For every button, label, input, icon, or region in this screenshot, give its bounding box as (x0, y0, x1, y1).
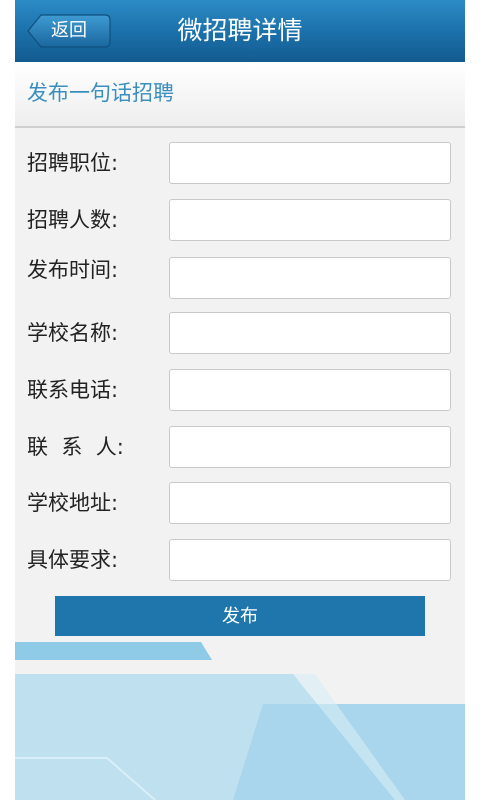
title-bar: 返回 微招聘详情 (15, 0, 465, 62)
field-label-school-name: 学校名称: (27, 321, 119, 345)
field-label-contact: 联 系 人: (27, 435, 124, 459)
field-label-requirements: 具体要求: (27, 548, 119, 572)
field-label-publish-time: 发布时间: (27, 258, 119, 282)
form-row-requirements: 具体要求: (15, 539, 465, 583)
section-title: 发布一句话招聘 (27, 81, 174, 105)
publish-time-input[interactable] (169, 257, 451, 299)
decorative-background-graphic (15, 642, 465, 800)
position-input[interactable] (169, 142, 451, 184)
headcount-input[interactable] (169, 199, 451, 241)
back-button[interactable]: 返回 (27, 14, 111, 48)
school-name-input[interactable] (169, 312, 451, 354)
app-screen: 返回 微招聘详情 发布一句话招聘 招聘职位: 招聘人数: 发布时间: 学校名称:… (15, 0, 465, 800)
field-label-headcount: 招聘人数: (27, 208, 119, 232)
form-row-school-address: 学校地址: (15, 482, 465, 526)
contact-input[interactable] (169, 426, 451, 468)
back-button-label: 返回 (51, 20, 87, 41)
requirements-input[interactable] (169, 539, 451, 581)
form-row-phone: 联系电话: (15, 369, 465, 413)
phone-input[interactable] (169, 369, 451, 411)
form-row-school-name: 学校名称: (15, 312, 465, 356)
form-row-position: 招聘职位: (15, 142, 465, 186)
school-address-input[interactable] (169, 482, 451, 524)
field-label-position: 招聘职位: (27, 151, 119, 175)
form-row-contact: 联 系 人: (15, 426, 465, 470)
form-row-publish-time: 发布时间: (15, 257, 465, 301)
publish-button[interactable]: 发布 (55, 596, 425, 636)
section-header: 发布一句话招聘 (15, 62, 465, 128)
field-label-school-address: 学校地址: (27, 491, 119, 515)
field-label-phone: 联系电话: (27, 378, 119, 402)
form-row-headcount: 招聘人数: (15, 199, 465, 243)
